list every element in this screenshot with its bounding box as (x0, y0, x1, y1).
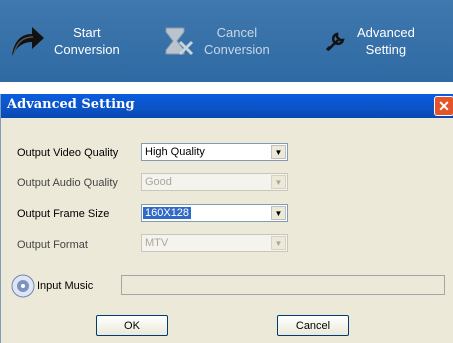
audio-quality-select[interactable]: Good ▼ (141, 173, 288, 191)
audio-quality-label: Output Audio Quality (17, 177, 118, 189)
chevron-down-icon: ▼ (271, 236, 286, 250)
toolbar-separator (0, 82, 453, 94)
start-conversion-button[interactable]: Start Conversion (8, 0, 120, 82)
close-icon[interactable]: ✕ (434, 96, 453, 116)
start-conversion-label: Start Conversion (54, 25, 120, 57)
music-disc-icon[interactable] (11, 274, 35, 298)
video-quality-label: Output Video Quality (17, 147, 119, 159)
chevron-down-icon: ▼ (271, 206, 286, 220)
curved-arrow-icon (12, 27, 44, 56)
dialog-titlebar: Advanced Setting ✕ (1, 94, 453, 118)
chevron-down-icon: ▼ (271, 145, 286, 159)
dialog-title: Advanced Setting (7, 97, 135, 112)
output-format-label: Output Format (17, 239, 88, 251)
chevron-down-icon: ▼ (271, 175, 286, 189)
hourglass-cancel-icon (165, 27, 194, 56)
cancel-conversion-button[interactable]: Cancel Conversion (158, 0, 270, 82)
cancel-button[interactable]: Cancel (277, 315, 349, 336)
advanced-setting-label: Advanced Setting (357, 25, 415, 57)
cancel-conversion-label: Cancel Conversion (204, 25, 270, 57)
advanced-setting-button[interactable]: Advanced Setting (323, 0, 415, 82)
input-music-field[interactable] (121, 275, 445, 295)
wrench-icon (325, 32, 345, 52)
frame-size-label: Output Frame Size (17, 208, 110, 220)
output-format-select[interactable]: MTV ▼ (141, 234, 288, 252)
video-quality-select[interactable]: High Quality ▼ (141, 143, 288, 161)
main-toolbar: Start Conversion Cancel Conversion Advance… (0, 0, 453, 82)
input-music-label: Input Music (37, 280, 94, 292)
advanced-setting-dialog: Advanced Setting ✕ Output Video Quality … (0, 94, 453, 343)
frame-size-select[interactable]: 160X128 ▼ (141, 204, 288, 222)
ok-button[interactable]: OK (96, 315, 168, 336)
